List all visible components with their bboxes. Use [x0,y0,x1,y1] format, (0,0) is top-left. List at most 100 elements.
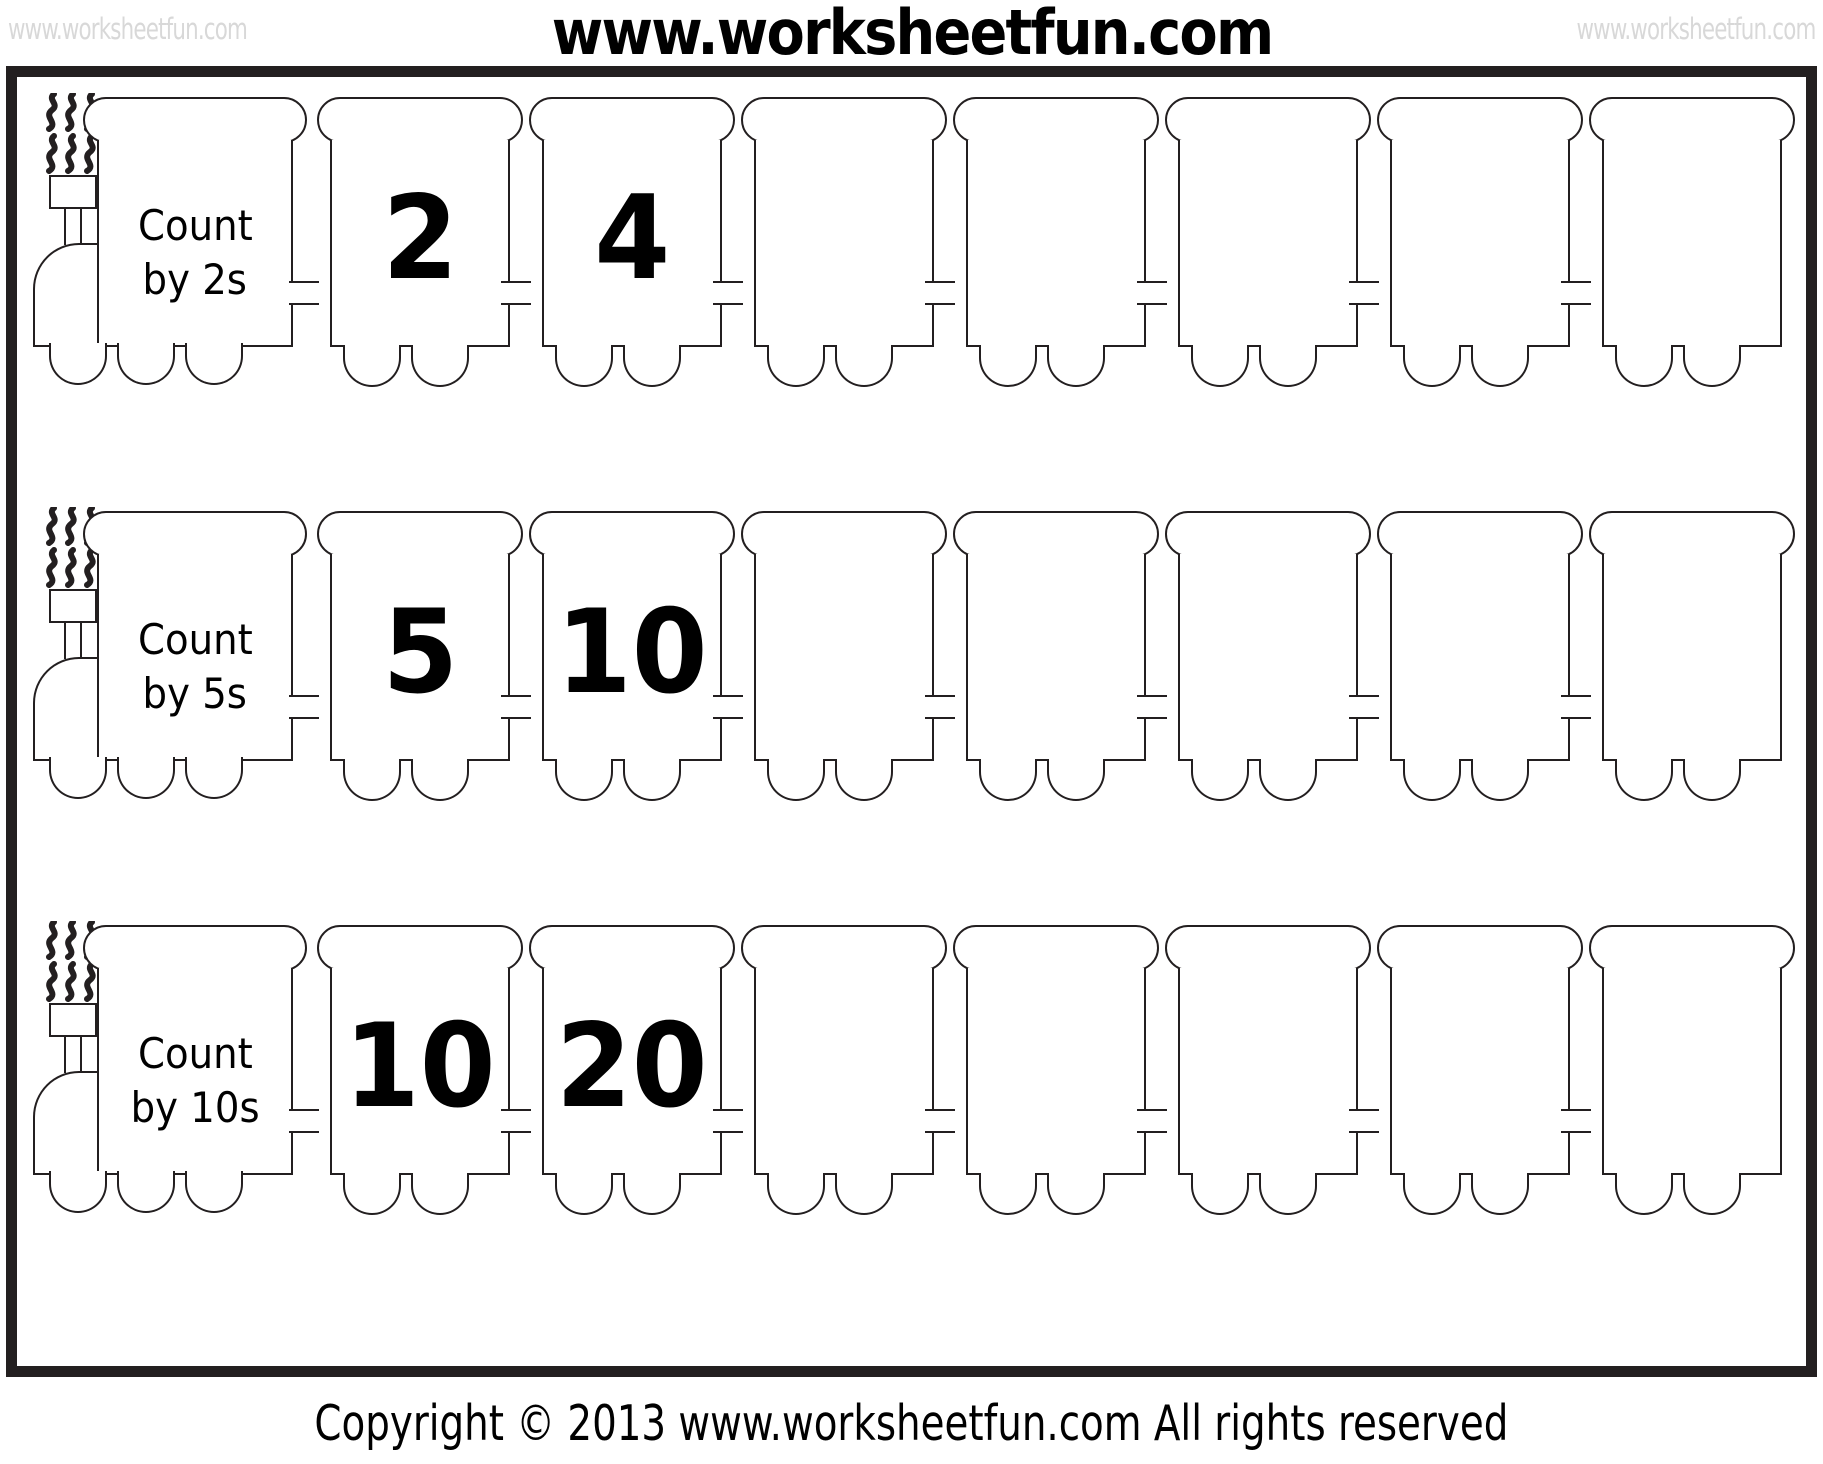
car-body[interactable]: 4 [542,140,722,347]
train-car[interactable] [1377,97,1583,387]
wheel-group [1191,1173,1317,1215]
train-car[interactable] [1165,925,1371,1215]
wheel-icon [411,345,469,387]
car-body[interactable] [1602,140,1782,347]
car-body[interactable] [1390,968,1570,1175]
wheel-group [343,1173,469,1215]
wheel-group [1403,759,1529,801]
car-body[interactable] [966,140,1146,347]
copyright-text: Copyright © 2013 www.worksheetfun.com Al… [314,1394,1509,1452]
wheel-icon [1615,1173,1673,1215]
coupler [713,281,743,305]
train-car[interactable] [1165,511,1371,801]
coupler [501,695,531,719]
car-roof [317,925,523,971]
wheel-icon [1683,345,1741,387]
car-roof [1165,511,1371,557]
train-car[interactable] [953,511,1159,801]
train-car[interactable]: 10 [529,511,735,801]
locomotive-count-by-10s: Count by 10s [31,913,307,1213]
car-roof [1589,511,1795,557]
wheel-icon [49,343,107,385]
wheel-icon [49,1171,107,1213]
car-roof [953,925,1159,971]
car-number-value: 2 [382,170,458,306]
car-number-value: 20 [556,998,708,1134]
worksheet-page: www.worksheetfun.com www.worksheetfun.co… [0,0,1823,1464]
car-body[interactable] [754,968,934,1175]
train-car[interactable] [1377,511,1583,801]
wheel-icon [185,343,243,385]
wheel-icon [979,1173,1037,1215]
watermark-right: www.worksheetfun.com [1575,12,1816,46]
coupler [925,281,955,305]
wheel-icon [555,345,613,387]
car-number-value: 10 [344,998,496,1134]
train-car[interactable] [953,97,1159,387]
train-car[interactable] [953,925,1159,1215]
wheel-icon [49,757,107,799]
wheel-icon [1471,759,1529,801]
train-car[interactable] [1589,97,1795,387]
wheel-icon [1259,759,1317,801]
car-body[interactable] [1390,140,1570,347]
train-car[interactable] [1589,511,1795,801]
car-body[interactable] [754,140,934,347]
car-body[interactable] [1178,968,1358,1175]
coupler [925,1109,955,1133]
locomotive-cab: Count by 5s [97,554,293,761]
car-body[interactable]: 10 [330,968,510,1175]
train-car[interactable]: 4 [529,97,735,387]
locomotive-label-line2: by 10s [130,1082,260,1132]
train-car[interactable]: 10 [317,925,523,1215]
train-car[interactable]: 2 [317,97,523,387]
locomotive-count-by-5s: Count by 5s [31,499,307,799]
train-car[interactable]: 5 [317,511,523,801]
car-body[interactable]: 10 [542,554,722,761]
car-body[interactable] [1178,554,1358,761]
car-body[interactable] [1390,554,1570,761]
coupler [501,1109,531,1133]
wheel-icon [1191,345,1249,387]
car-body[interactable]: 20 [542,968,722,1175]
chimney-stem-icon [64,1037,82,1073]
wheel-icon [767,1173,825,1215]
car-roof [1165,97,1371,143]
car-body[interactable] [966,968,1146,1175]
locomotive-label-line2: by 5s [142,668,248,718]
coupler [1561,1109,1591,1133]
car-body[interactable] [754,554,934,761]
train-car[interactable]: 20 [529,925,735,1215]
wheel-icon [555,759,613,801]
wheel-group [1191,759,1317,801]
car-roof [1377,97,1583,143]
car-body[interactable] [966,554,1146,761]
car-roof [741,97,947,143]
train-car[interactable] [1589,925,1795,1215]
wheel-group [979,345,1105,387]
wheel-icon [835,759,893,801]
car-body[interactable] [1602,968,1782,1175]
locomotive-roof [83,511,307,557]
locomotive-roof [83,925,307,971]
coupler [1137,281,1167,305]
train-car[interactable] [741,925,947,1215]
wheel-icon [1047,1173,1105,1215]
car-body[interactable] [1178,140,1358,347]
wheel-icon [1471,345,1529,387]
locomotive-label-line1: Count [137,614,253,664]
chimney-stem-icon [64,623,82,659]
wheel-icon [343,345,401,387]
car-body[interactable]: 2 [330,140,510,347]
wheel-group [767,759,893,801]
train-car[interactable] [741,97,947,387]
car-body[interactable]: 5 [330,554,510,761]
train-car[interactable] [741,511,947,801]
chimney-icon [49,589,97,623]
car-roof [317,511,523,557]
train-car[interactable] [1165,97,1371,387]
coupler [289,281,319,305]
train-car[interactable] [1377,925,1583,1215]
car-body[interactable] [1602,554,1782,761]
train-row-count-by-10s: Count by 10s 10 20 [17,913,1806,1215]
